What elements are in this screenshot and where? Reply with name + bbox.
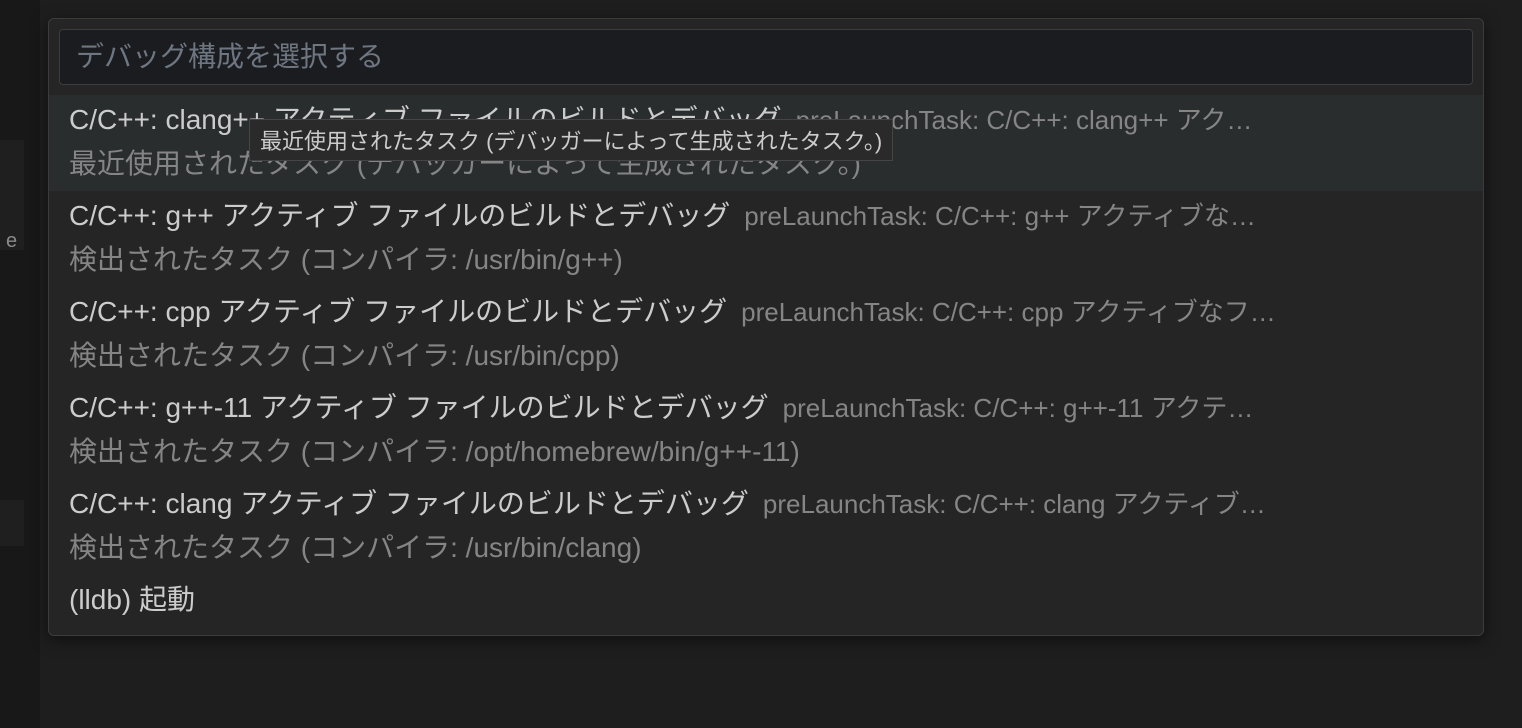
list-item-main-line: C/C++: cpp アクティブ ファイルのビルドとデバッグ preLaunchT… bbox=[69, 291, 1463, 333]
list-item-detail: 検出されたタスク (コンパイラ: /opt/homebrew/bin/g++-1… bbox=[69, 431, 1463, 473]
list-item-label: C/C++: g++ アクティブ ファイルのビルドとデバッグ bbox=[69, 195, 730, 237]
list-item-description: preLaunchTask: C/C++: cpp アクティブなフ… bbox=[741, 293, 1276, 332]
list-item-label: (lldb) 起動 bbox=[69, 579, 195, 621]
config-list: C/C++: clang++ アクティブ ファイルのビルドとデバッグpreLau… bbox=[49, 95, 1483, 635]
left-truncated-text: e bbox=[6, 230, 17, 253]
list-item-description: preLaunchTask: C/C++: clang アクティブ… bbox=[763, 485, 1266, 524]
config-list-item[interactable]: C/C++: g++-11 アクティブ ファイルのビルドとデバッグ preLaun… bbox=[49, 383, 1483, 479]
search-input-wrapper bbox=[49, 19, 1483, 95]
list-item-main-line: C/C++: clang アクティブ ファイルのビルドとデバッグ preLaunc… bbox=[69, 483, 1463, 525]
tooltip: 最近使用されたタスク (デバッガーによって生成されたタスク。) bbox=[249, 119, 893, 161]
left-background-marker-2 bbox=[0, 500, 24, 546]
window-left-edge bbox=[0, 0, 40, 728]
list-item-main-line: C/C++: g++ アクティブ ファイルのビルドとデバッグ preLaunchT… bbox=[69, 195, 1463, 237]
list-item-description: preLaunchTask: C/C++: g++ アクティブな… bbox=[744, 197, 1256, 236]
list-item-main-line: C/C++: g++-11 アクティブ ファイルのビルドとデバッグ preLaun… bbox=[69, 387, 1463, 429]
quickpick-panel: 最近使用されたタスク (デバッガーによって生成されたタスク。) C/C++: c… bbox=[48, 18, 1484, 636]
list-item-label: C/C++: g++-11 アクティブ ファイルのビルドとデバッグ bbox=[69, 387, 769, 429]
list-item-description: preLaunchTask: C/C++: g++-11 アクテ… bbox=[783, 389, 1254, 428]
list-item-main-line: (lldb) 起動 bbox=[69, 579, 1463, 621]
config-list-item[interactable]: (lldb) 起動 bbox=[49, 575, 1483, 627]
config-list-item[interactable]: C/C++: cpp アクティブ ファイルのビルドとデバッグ preLaunchT… bbox=[49, 287, 1483, 383]
list-item-detail: 検出されたタスク (コンパイラ: /usr/bin/g++) bbox=[69, 239, 1463, 281]
config-list-item[interactable]: C/C++: clang アクティブ ファイルのビルドとデバッグ preLaunc… bbox=[49, 479, 1483, 575]
list-item-label: C/C++: cpp アクティブ ファイルのビルドとデバッグ bbox=[69, 291, 727, 333]
config-list-item[interactable]: C/C++: g++ アクティブ ファイルのビルドとデバッグ preLaunchT… bbox=[49, 191, 1483, 287]
list-item-label: C/C++: clang アクティブ ファイルのビルドとデバッグ bbox=[69, 483, 749, 525]
debug-config-search-input[interactable] bbox=[59, 29, 1473, 85]
list-item-detail: 検出されたタスク (コンパイラ: /usr/bin/clang) bbox=[69, 527, 1463, 569]
list-item-detail: 検出されたタスク (コンパイラ: /usr/bin/cpp) bbox=[69, 335, 1463, 377]
